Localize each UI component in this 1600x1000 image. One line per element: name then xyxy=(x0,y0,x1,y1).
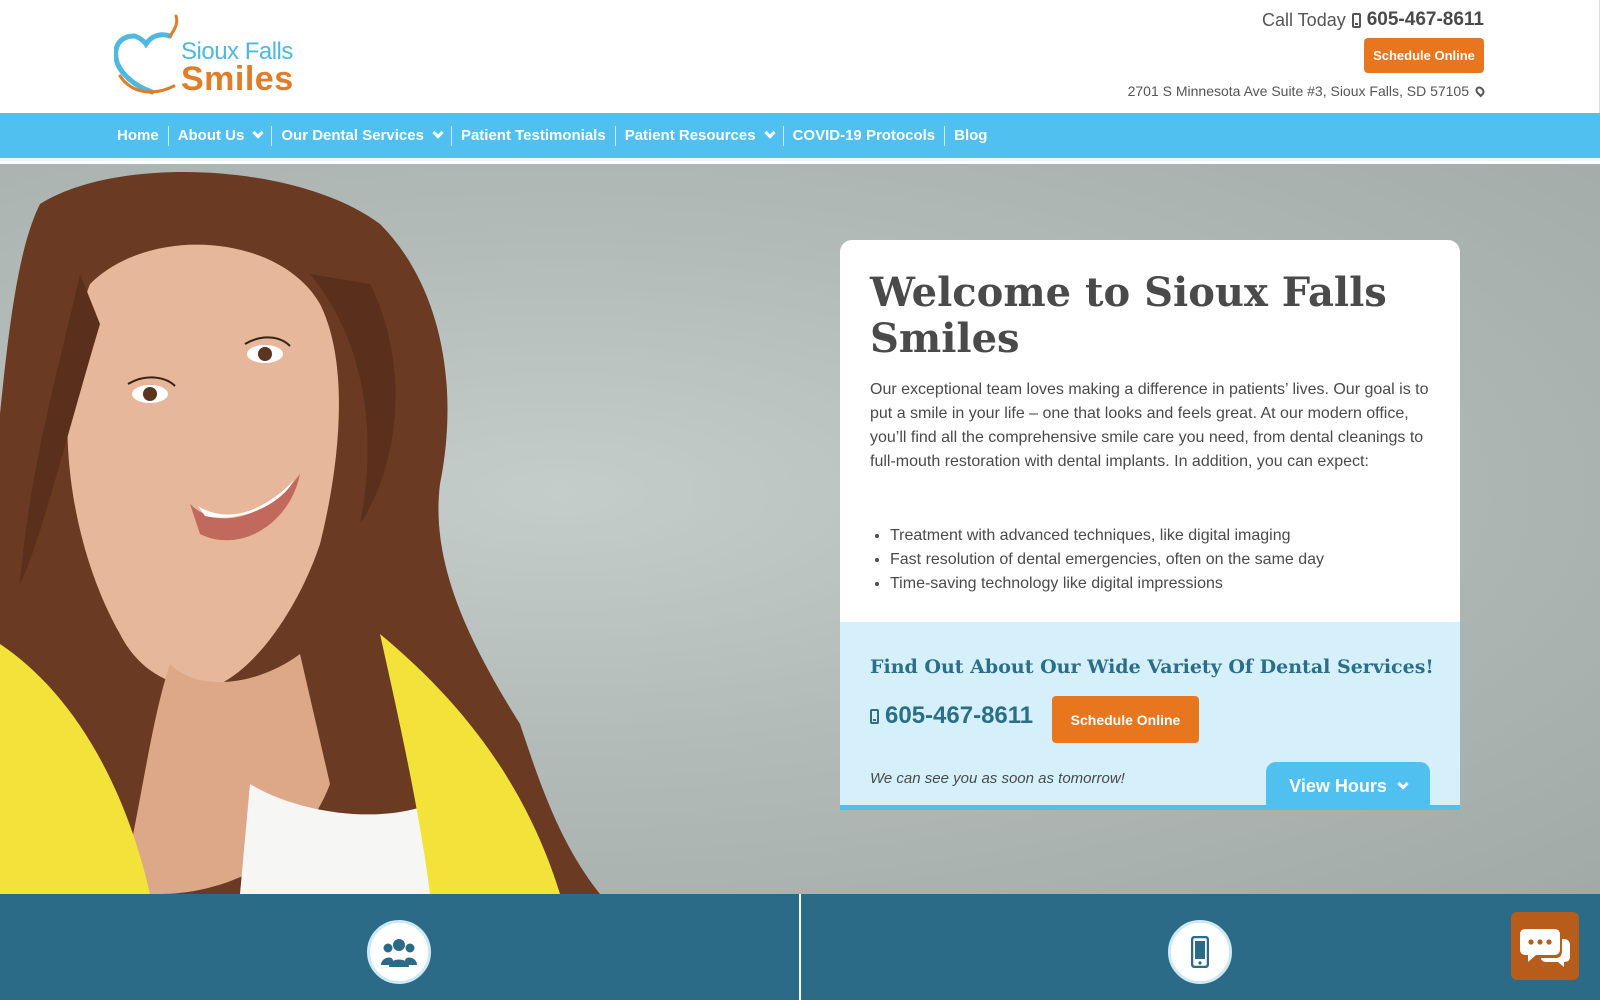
list-item: Fast resolution of dental emergencies, o… xyxy=(890,548,1430,572)
welcome-card: Welcome to Sioux Falls Smiles Our except… xyxy=(840,240,1460,810)
address-text: 2701 S Minnesota Ave Suite #3, Sioux Fal… xyxy=(1127,83,1469,99)
chat-bubbles-icon xyxy=(1520,929,1570,967)
call-today: Call Today 605-467-8611 xyxy=(1262,9,1484,31)
nav-item-label: Patient Testimonials xyxy=(460,127,606,144)
tooth-logo-icon xyxy=(114,14,179,95)
hero-woman-image xyxy=(0,172,600,894)
cta-note: We can see you as soon as tomorrow! xyxy=(870,770,1125,787)
nav-item-label: Blog xyxy=(954,127,988,144)
mobile-phone-icon xyxy=(870,708,879,724)
cta-phone-link[interactable]: 605-467-8611 xyxy=(870,702,1033,730)
mobile-phone-icon xyxy=(1191,936,1209,968)
nav-item-dental-services[interactable]: Our Dental Services xyxy=(272,125,452,146)
mobile-phone-icon xyxy=(1351,12,1361,28)
chevron-down-icon xyxy=(1397,777,1409,790)
benefits-list: Treatment with advanced techniques, like… xyxy=(890,524,1430,596)
header-schedule-button[interactable]: Schedule Online xyxy=(1364,38,1484,73)
map-pin-icon xyxy=(1473,84,1487,98)
nav-item-label: COVID-19 Protocols xyxy=(792,127,936,144)
nav-item-label: Home xyxy=(117,127,159,144)
nav-item-label: Our Dental Services xyxy=(281,127,424,144)
chevron-down-icon xyxy=(432,127,444,139)
nav-item-covid[interactable]: COVID-19 Protocols xyxy=(784,125,946,146)
cta-panel: Find Out About Our Wide Variety Of Denta… xyxy=(840,622,1460,810)
list-item: Time-saving technology like digital impr… xyxy=(890,572,1430,596)
nav-item-label: Patient Resources xyxy=(624,127,756,144)
feature-band xyxy=(0,894,1600,1000)
band-divider xyxy=(799,894,801,1000)
cta-heading: Find Out About Our Wide Variety Of Denta… xyxy=(870,656,1434,678)
team-feature-circle[interactable] xyxy=(367,920,431,984)
call-label: Call Today xyxy=(1262,9,1346,30)
cta-phone-number: 605-467-8611 xyxy=(885,702,1034,729)
chevron-down-icon xyxy=(763,127,776,139)
nav-item-label: About Us xyxy=(177,127,245,144)
view-hours-button[interactable]: View Hours xyxy=(1266,762,1430,810)
nav-item-home[interactable]: Home xyxy=(108,125,169,146)
chevron-down-icon xyxy=(252,127,265,139)
site-header: Sioux Falls Smiles Call Today 605-467-86… xyxy=(0,0,1600,113)
header-phone-link[interactable]: 605-467-8611 xyxy=(1367,9,1484,31)
users-icon xyxy=(381,939,417,967)
welcome-intro: Our exceptional team loves making a diff… xyxy=(870,381,1429,470)
chat-button[interactable] xyxy=(1511,912,1579,980)
welcome-title: Welcome to Sioux Falls Smiles xyxy=(870,269,1387,362)
phone-feature-circle[interactable] xyxy=(1168,920,1232,984)
nav-item-blog[interactable]: Blog xyxy=(945,126,996,146)
nav-item-patient-resources[interactable]: Patient Resources xyxy=(616,125,784,146)
nav-item-testimonials[interactable]: Patient Testimonials xyxy=(452,125,616,146)
address[interactable]: 2701 S Minnesota Ave Suite #3, Sioux Fal… xyxy=(1127,83,1487,99)
main-nav: Home About Us Our Dental Services Patien… xyxy=(0,113,1600,161)
view-hours-label: View Hours xyxy=(1289,775,1387,796)
nav-item-about-us[interactable]: About Us xyxy=(169,125,273,146)
cta-schedule-button[interactable]: Schedule Online xyxy=(1052,696,1199,743)
logo-text-line2: Smiles xyxy=(181,60,294,98)
hero-section: Welcome to Sioux Falls Smiles Our except… xyxy=(0,164,1600,894)
list-item: Treatment with advanced techniques, like… xyxy=(890,524,1430,548)
